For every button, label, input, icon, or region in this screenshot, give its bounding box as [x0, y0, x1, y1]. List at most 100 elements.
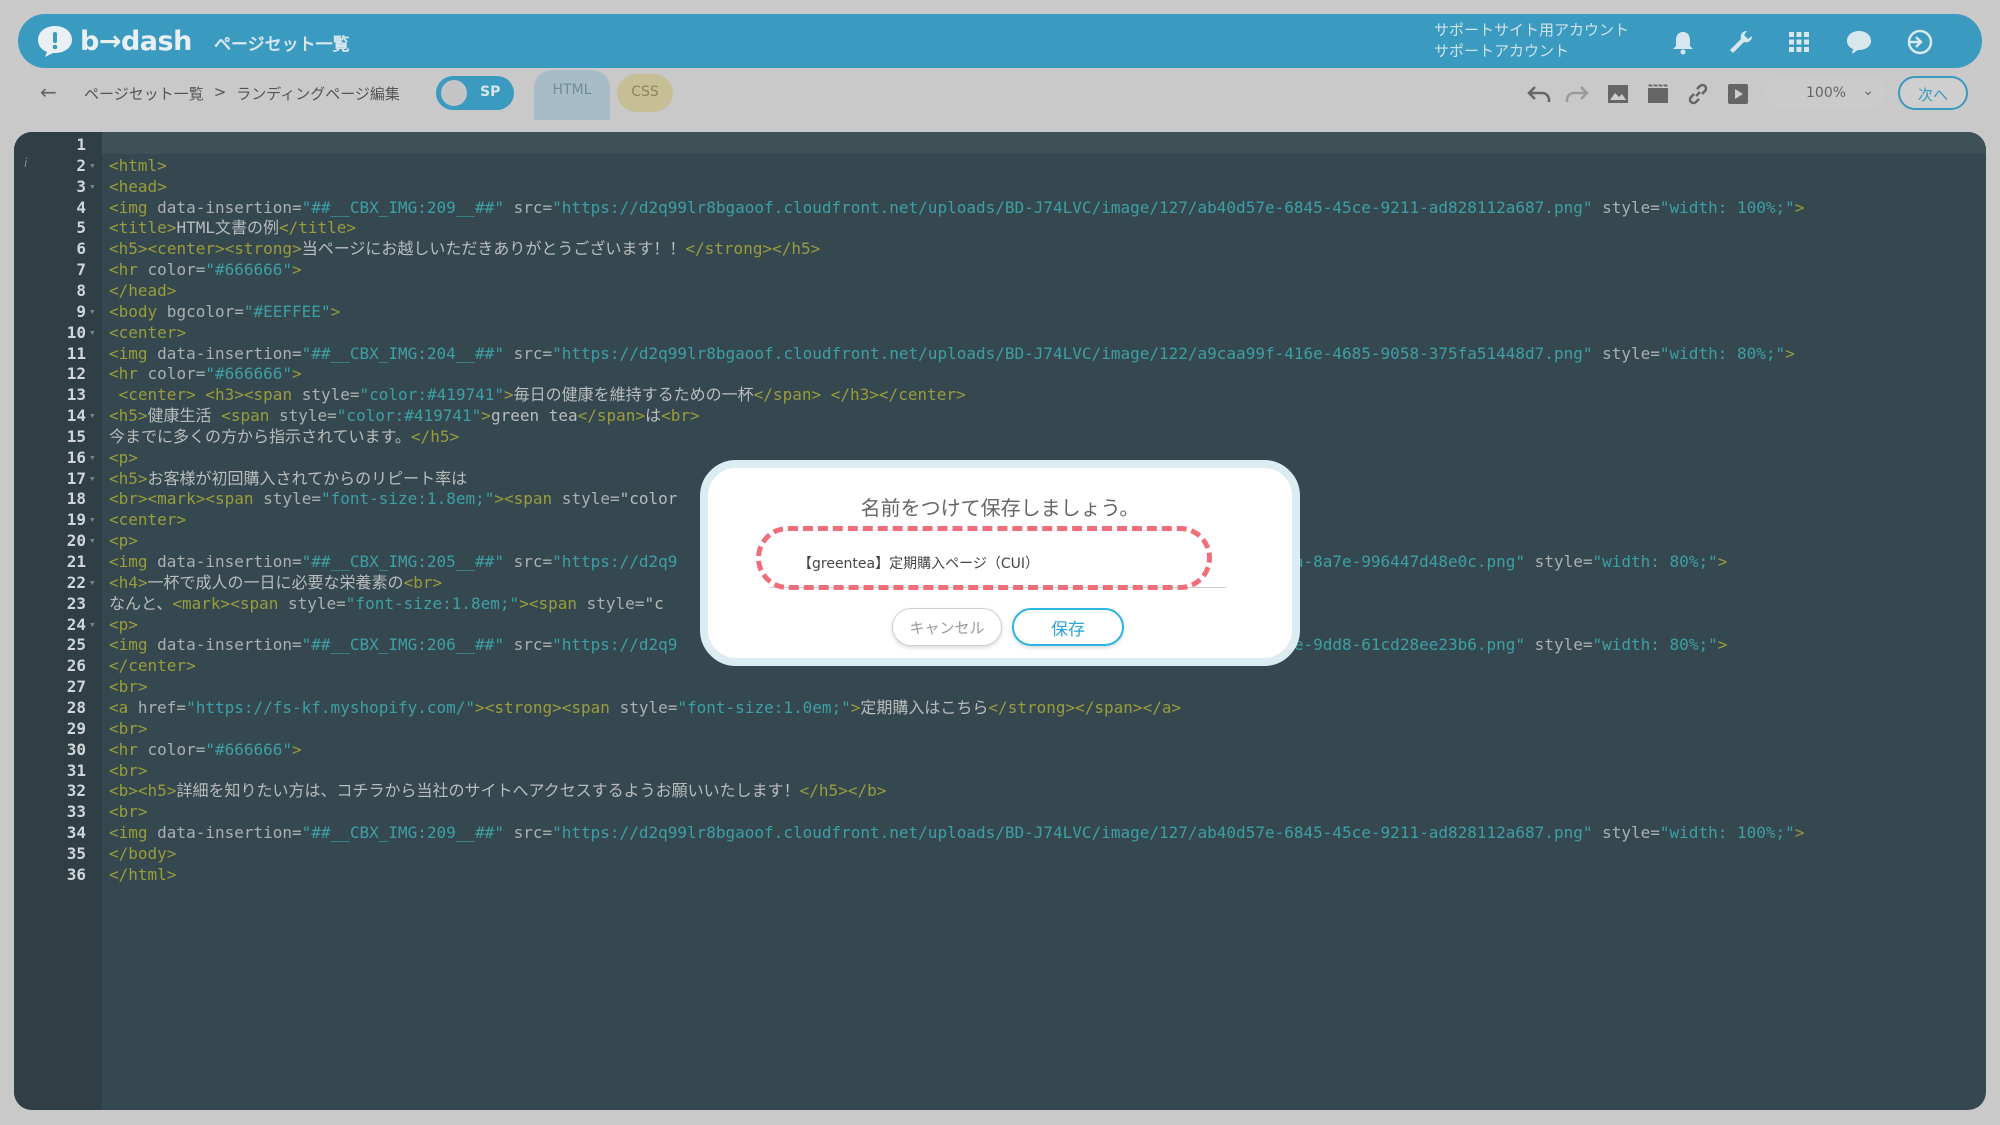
line-number: 31	[66, 760, 86, 780]
code-text: <img data-insertion="##__CBX_IMG:209__##…	[109, 823, 1805, 843]
line-number: 5	[76, 218, 86, 238]
fold-arrow-icon[interactable]: ▾	[89, 155, 96, 176]
next-button[interactable]: 次へ	[1898, 76, 1968, 110]
code-line[interactable]: 11 <img data-insertion="##__CBX_IMG:204__…	[14, 343, 1984, 364]
line-number: 18	[66, 489, 86, 509]
code-line[interactable]: 13 <center> <h3><span style="color:#4197…	[14, 384, 1984, 405]
line-number: 32	[66, 781, 86, 801]
fold-arrow-icon[interactable]: ▾	[89, 509, 96, 530]
line-number: 26	[66, 656, 86, 676]
chevron-down-icon: ⌄	[1862, 83, 1874, 99]
fold-arrow-icon[interactable]: ▾	[89, 572, 96, 593]
image-icon[interactable]	[1603, 80, 1633, 108]
line-number: 30	[66, 739, 86, 759]
fold-arrow-icon[interactable]: ▾	[89, 447, 96, 468]
code-text: <head>	[109, 176, 167, 196]
line-number: 28	[66, 697, 86, 717]
line-number: 11	[66, 343, 86, 363]
code-text: <title>HTML文書の例</title>	[109, 218, 357, 238]
code-line[interactable]: 5 <title>HTML文書の例</title>	[14, 217, 1984, 238]
code-line[interactable]: 34 <img data-insertion="##__CBX_IMG:209__…	[14, 822, 1984, 843]
editor-toolbar: ← ページセット一覧 > ランディングページ編集 SP HTML CSS 100…	[0, 68, 2000, 120]
zoom-select[interactable]: 100% ⌄	[1766, 76, 1886, 110]
code-text: <center>	[109, 510, 187, 530]
logo[interactable]: b→dash	[36, 22, 192, 60]
code-line[interactable]: 9 ▾ <body bgcolor="#EEFFEE">	[14, 301, 1984, 322]
line-number: 8	[76, 280, 86, 300]
fold-arrow-icon[interactable]: ▾	[89, 614, 96, 635]
fold-arrow-icon[interactable]: ▾	[89, 322, 96, 343]
code-line[interactable]: 36 </html>	[14, 864, 1984, 885]
code-line[interactable]: 33 <br>	[14, 801, 1984, 822]
code-text: <img data-insertion="##__CBX_IMG:204__##…	[109, 343, 1795, 363]
code-line[interactable]: 15 今までに多くの方から指示されています。</h5>	[14, 426, 1984, 447]
code-line[interactable]: 7 <hr color="#666666">	[14, 259, 1984, 280]
tab-html[interactable]: HTML	[534, 70, 610, 120]
account-info[interactable]: サポートサイト用アカウント サポートアカウント	[1434, 20, 1629, 62]
code-line[interactable]: 8 </head>	[14, 280, 1984, 301]
code-text: <h4>一杯で成人の一日に必要な栄養素の<br>	[109, 572, 443, 592]
tab-css[interactable]: CSS	[617, 74, 673, 112]
breadcrumb-separator: >	[213, 83, 227, 101]
fold-arrow-icon[interactable]: ▾	[89, 301, 96, 322]
fold-arrow-icon[interactable]: ▾	[89, 405, 96, 426]
logo-bubble-icon	[38, 26, 72, 57]
code-line[interactable]: 3 ▾ <head>	[14, 176, 1984, 197]
code-text: <h5>健康生活 <span style="color:#419741">gre…	[109, 406, 700, 426]
line-number: 14	[66, 406, 86, 426]
page-title: ページセット一覧	[214, 35, 350, 55]
fold-arrow-icon[interactable]: ▾	[89, 176, 96, 197]
grid-icon[interactable]	[1784, 28, 1814, 56]
code-text: <hr color="#666666">	[109, 260, 302, 280]
app-header: b→dash ページセット一覧 サポートサイト用アカウント サポートアカウント	[18, 14, 1982, 68]
code-text: <hr color="#666666">	[109, 739, 302, 759]
line-number: 36	[66, 864, 86, 884]
redo-icon[interactable]	[1562, 80, 1592, 108]
undo-icon[interactable]	[1524, 80, 1554, 108]
code-line[interactable]: 32 <b><h5>詳細を知りたい方は、コチラから当社のサイトへアクセスするようお…	[14, 780, 1984, 801]
page-name-input[interactable]	[770, 538, 1226, 588]
code-line[interactable]: 28 <a href="https://fs-kf.myshopify.com/"…	[14, 697, 1984, 718]
save-button[interactable]: 保存	[1012, 608, 1124, 646]
code-line[interactable]: 6 <h5><center><strong>当ページにお越しいただきありがとうござ…	[14, 238, 1984, 259]
fold-arrow-icon[interactable]: ▾	[89, 530, 96, 551]
code-line[interactable]: 1	[14, 134, 1984, 155]
line-number: 23	[66, 593, 86, 613]
code-line[interactable]: 30 <hr color="#666666">	[14, 739, 1984, 760]
video-icon[interactable]	[1643, 80, 1673, 108]
breadcrumb-pageset-list[interactable]: ページセット一覧	[84, 83, 204, 104]
dialog-title: 名前をつけて保存しましょう。	[860, 496, 1140, 520]
code-line[interactable]: 4 <img data-insertion="##__CBX_IMG:209__#…	[14, 197, 1984, 218]
code-text: <a href="https://fs-kf.myshopify.com/"><…	[109, 697, 1182, 717]
code-line[interactable]: 14 ▾ <h5>健康生活 <span style="color:#419741">…	[14, 405, 1984, 426]
line-number: 33	[66, 802, 86, 822]
chat-icon[interactable]	[1844, 28, 1874, 56]
code-line[interactable]: 27 <br>	[14, 676, 1984, 697]
code-line[interactable]: 10 ▾ <center>	[14, 322, 1984, 343]
fold-arrow-icon[interactable]: ▾	[89, 468, 96, 489]
code-line[interactable]: 31 <br>	[14, 760, 1984, 781]
bell-icon[interactable]	[1668, 28, 1698, 56]
code-line[interactable]: 12 <hr color="#666666">	[14, 363, 1984, 384]
line-number: 6	[76, 239, 86, 259]
line-number: 9	[76, 301, 86, 321]
code-text: <body bgcolor="#EEFFEE">	[109, 301, 341, 321]
back-arrow-icon[interactable]: ←	[40, 80, 57, 104]
code-line[interactable]: 2 ▾ <html>	[14, 155, 1984, 176]
code-text: <center>	[109, 322, 187, 342]
line-number: 22	[66, 572, 86, 592]
code-text: </center>	[109, 656, 196, 676]
code-line[interactable]: 29 <br>	[14, 718, 1984, 739]
link-icon[interactable]	[1683, 80, 1713, 108]
line-number: 19	[66, 510, 86, 530]
logout-icon[interactable]	[1904, 28, 1934, 56]
cancel-button[interactable]: キャンセル	[892, 608, 1002, 646]
wrench-icon[interactable]	[1726, 28, 1756, 56]
play-icon[interactable]	[1723, 80, 1753, 108]
line-number: 2	[76, 155, 86, 175]
breadcrumb-current: ランディングページ編集	[236, 85, 400, 103]
line-number: 27	[66, 677, 86, 697]
sp-toggle[interactable]: SP	[436, 76, 514, 110]
breadcrumb: ページセット一覧 > ランディングページ編集	[84, 83, 400, 104]
code-line[interactable]: 35 </body>	[14, 843, 1984, 864]
